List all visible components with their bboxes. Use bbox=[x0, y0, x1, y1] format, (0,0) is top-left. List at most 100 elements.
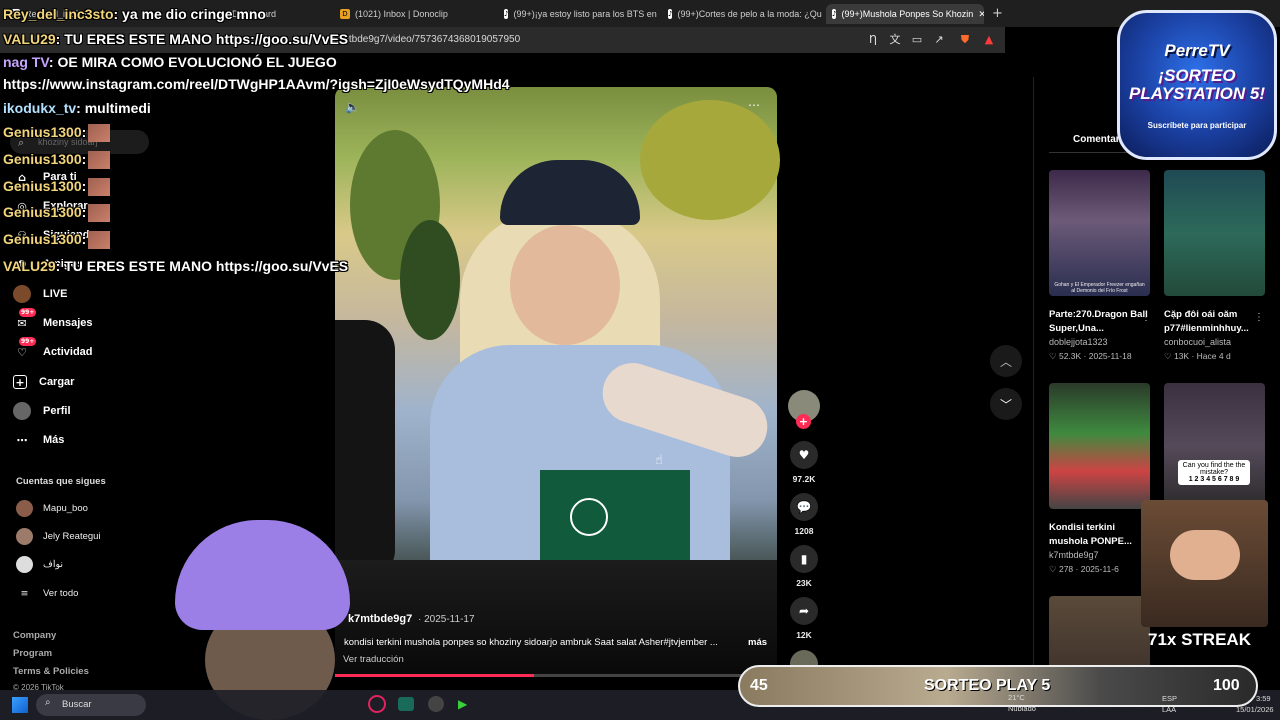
following-account[interactable]: Jely Reategui bbox=[16, 527, 101, 545]
sidebar-item-mas[interactable]: ⋯ Más bbox=[13, 429, 65, 451]
video-progress-fill bbox=[335, 674, 534, 677]
sidebar-item-cargar[interactable]: + Cargar bbox=[13, 371, 74, 393]
shield-icon[interactable]: ⛊ bbox=[958, 33, 972, 47]
related-video-card[interactable]: Kondisi terkini mushola PONPE... k7mtbde… bbox=[1049, 383, 1150, 575]
chevron-down-icon[interactable]: ﹀ bbox=[990, 388, 1022, 420]
related-video-card[interactable]: Can you find the the mistake? 1 2 3 4 5 6… bbox=[1164, 383, 1265, 509]
comment-icon[interactable]: 💬 bbox=[790, 493, 818, 521]
emote-icon bbox=[88, 178, 111, 197]
video-thumbnail[interactable] bbox=[1049, 383, 1150, 509]
chat-message: VALU29: TU ERES ESTE MANO https://goo.su… bbox=[3, 258, 349, 274]
chat-message: nag TV: OE MIRA COMO EVOLUCIONÓ EL JUEGO bbox=[3, 54, 337, 70]
caption-more-link[interactable]: más bbox=[748, 637, 767, 648]
badge-brand: PerreTV bbox=[1164, 41, 1230, 60]
taskbar-search[interactable]: Buscar bbox=[36, 694, 146, 716]
emote-icon bbox=[88, 231, 111, 250]
clock-time[interactable]: 3:59 bbox=[1256, 694, 1271, 703]
giveaway-title: SORTEO PLAY 5 bbox=[924, 677, 1051, 694]
cursor-icon: ☝ bbox=[655, 453, 663, 468]
clock-date: 15/01/2026 bbox=[1236, 705, 1274, 714]
volume-icon[interactable]: 🔈 bbox=[345, 100, 360, 114]
tab-5[interactable]: ♪ (99+)Cortes de pelo a la moda: ¿Qué bbox=[662, 4, 822, 24]
streak-counter: 71x STREAK bbox=[1148, 630, 1251, 649]
chat-message: Genius1300: bbox=[3, 231, 111, 250]
profile-avatar-icon bbox=[13, 402, 31, 420]
live-avatar-icon bbox=[13, 285, 31, 303]
tiktok-icon: ♪ bbox=[832, 9, 837, 19]
weather-desc: Nublado bbox=[1008, 704, 1036, 713]
tiktok-icon: ♪ bbox=[668, 9, 673, 19]
chat-message: Genius1300: bbox=[3, 151, 111, 170]
obs-icon[interactable] bbox=[428, 696, 444, 712]
chat-message: Genius1300: bbox=[3, 178, 111, 197]
messages-badge: 99+ bbox=[19, 308, 37, 317]
language-indicator[interactable]: ESP bbox=[1162, 694, 1177, 703]
save-action[interactable]: ▮ 23K bbox=[789, 545, 819, 588]
url-field[interactable]: k7mtbde9g7/video/7573674368019057950 bbox=[330, 34, 520, 45]
share-action[interactable]: ➦ 12K bbox=[789, 597, 819, 640]
windows-start-icon[interactable] bbox=[12, 697, 28, 713]
emote-icon bbox=[88, 124, 111, 143]
related-video-card[interactable]: Cặp đôi oái oăm p77#lienminhhuy... conbo… bbox=[1164, 170, 1265, 362]
chat-message: Genius1300: bbox=[3, 124, 111, 143]
giveaway-badge: PerreTV ¡SORTEO PLAYSTATION 5! Suscríbete… bbox=[1117, 10, 1277, 160]
footer-terms[interactable]: Terms & Policies bbox=[13, 666, 89, 677]
see-all-link[interactable]: ≡ Ver todo bbox=[16, 584, 79, 602]
sidebar-item-live[interactable]: LIVE bbox=[13, 283, 67, 305]
translate-icon[interactable]: 文 bbox=[888, 33, 902, 47]
tab-3[interactable]: D (1021) Inbox | Donoclip bbox=[334, 4, 494, 24]
chat-message: https://www.instagram.com/reel/DTWgHP1AA… bbox=[3, 76, 510, 92]
donoclip-icon: D bbox=[340, 9, 350, 19]
close-tab-icon[interactable]: ✕ bbox=[978, 9, 984, 20]
avatar bbox=[16, 555, 33, 573]
play-app-icon[interactable]: ▶ bbox=[458, 697, 467, 711]
reader-icon[interactable]: Ƞ bbox=[866, 33, 880, 47]
comment-action[interactable]: 💬 1208 bbox=[789, 493, 819, 536]
related-video-card[interactable]: Gohan y El Emperador Freezer engañan al … bbox=[1049, 170, 1150, 362]
video-more-icon[interactable]: ⋯ bbox=[748, 98, 760, 112]
thumbnail-caption: Gohan y El Emperador Freezer engañan al … bbox=[1054, 282, 1145, 294]
more-icon: ⋯ bbox=[16, 433, 28, 447]
cast-icon[interactable]: ▭ bbox=[910, 33, 924, 47]
streak-face bbox=[1170, 530, 1240, 580]
starbucks-logo bbox=[570, 498, 608, 536]
card-more-icon[interactable]: ⋮ bbox=[1254, 312, 1264, 323]
upload-icon: + bbox=[13, 375, 27, 389]
share-icon[interactable]: ↗ bbox=[932, 33, 946, 47]
footer-program[interactable]: Program bbox=[13, 648, 52, 659]
video-thumbnail[interactable] bbox=[1164, 170, 1265, 296]
video-date: · 2025-11-17 bbox=[418, 614, 475, 625]
heart-icon[interactable]: ♥ bbox=[790, 441, 818, 469]
following-account[interactable]: نواف bbox=[16, 555, 63, 573]
sidebar-item-perfil[interactable]: Perfil bbox=[13, 400, 71, 422]
sidebar-item-mensajes[interactable]: ✉ 99+ Mensajes bbox=[13, 308, 93, 334]
tab-6-active[interactable]: ♪ (99+)Mushola Ponpes So Khozin ✕ bbox=[826, 4, 984, 24]
emote-icon bbox=[88, 151, 111, 170]
background-tree bbox=[640, 100, 780, 220]
bookmark-icon[interactable]: ▮ bbox=[790, 545, 818, 573]
following-account[interactable]: Mapu_boo bbox=[16, 499, 88, 517]
sidebar-item-actividad[interactable]: ♡ 99+ Actividad bbox=[13, 337, 93, 363]
video-username[interactable]: k7mtbde9g7 bbox=[348, 613, 412, 625]
following-heading: Cuentas que sigues bbox=[16, 476, 106, 487]
footer-company[interactable]: Company bbox=[13, 630, 56, 641]
avatar bbox=[16, 527, 33, 545]
app-icon[interactable] bbox=[398, 697, 414, 711]
weather-temp[interactable]: 21°C bbox=[1008, 693, 1025, 702]
share-arrow-icon[interactable]: ➦ bbox=[790, 597, 818, 625]
like-action[interactable]: ♥ 97.2K bbox=[789, 441, 819, 484]
video-thumbnail[interactable] bbox=[1049, 170, 1150, 296]
chevron-up-icon[interactable]: ︿ bbox=[990, 345, 1022, 377]
giveaway-current: 45 bbox=[750, 677, 768, 694]
new-tab-icon[interactable]: + bbox=[992, 6, 1003, 21]
follow-plus-icon[interactable]: + bbox=[796, 414, 811, 429]
tab-4[interactable]: ♪ (99+)¡ya estoy listo para los BTS en Pe bbox=[498, 4, 658, 24]
badge-title: ¡SORTEO PLAYSTATION 5! bbox=[1129, 66, 1265, 103]
opera-icon[interactable] bbox=[368, 695, 386, 713]
video-thumbnail[interactable] bbox=[1164, 383, 1265, 509]
extension-icon[interactable]: ▲ bbox=[982, 33, 996, 47]
translate-link[interactable]: Ver traducción bbox=[343, 654, 404, 665]
list-icon: ≡ bbox=[20, 587, 29, 599]
card-more-icon[interactable]: ⋮ bbox=[1141, 312, 1151, 323]
thumbnail-caption: Can you find the the mistake? 1 2 3 4 5 6… bbox=[1178, 460, 1250, 485]
